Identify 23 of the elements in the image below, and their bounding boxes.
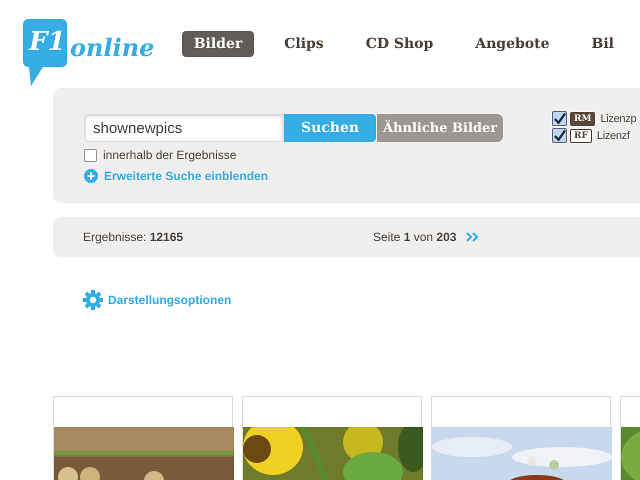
results-count: Ergebnisse: 12165: [83, 230, 184, 244]
license-label: Lizenzp: [600, 112, 636, 124]
checkbox[interactable]: [84, 148, 97, 162]
license-badge: RF: [570, 128, 592, 142]
license-badge: RM: [570, 112, 596, 126]
page-indicator: Seite 1 von 203: [373, 230, 456, 244]
nav-tab[interactable]: Bilder: [182, 31, 254, 57]
thumbnail-card[interactable]: [431, 396, 611, 480]
thumbnail-card[interactable]: [53, 396, 233, 480]
logo-mark-text: F1: [29, 27, 66, 57]
license-label: Lizenzf: [596, 130, 630, 142]
plus-icon: [84, 169, 98, 183]
nav-tab[interactable]: Bil: [580, 31, 626, 57]
logo-icon: [23, 19, 67, 87]
search-field[interactable]: shownewpics: [84, 114, 284, 142]
nav-tab[interactable]: Clips: [272, 31, 336, 57]
nav-tab[interactable]: Angebote: [463, 31, 562, 57]
settings-icon: [83, 290, 103, 310]
checkbox[interactable]: [552, 128, 567, 143]
checkbox-label: innerhalb der Ergebnisse: [103, 148, 236, 162]
nav-tab[interactable]: CD Shop: [354, 31, 446, 57]
checkbox[interactable]: [552, 111, 567, 126]
thumbnail-card[interactable]: [242, 396, 422, 480]
